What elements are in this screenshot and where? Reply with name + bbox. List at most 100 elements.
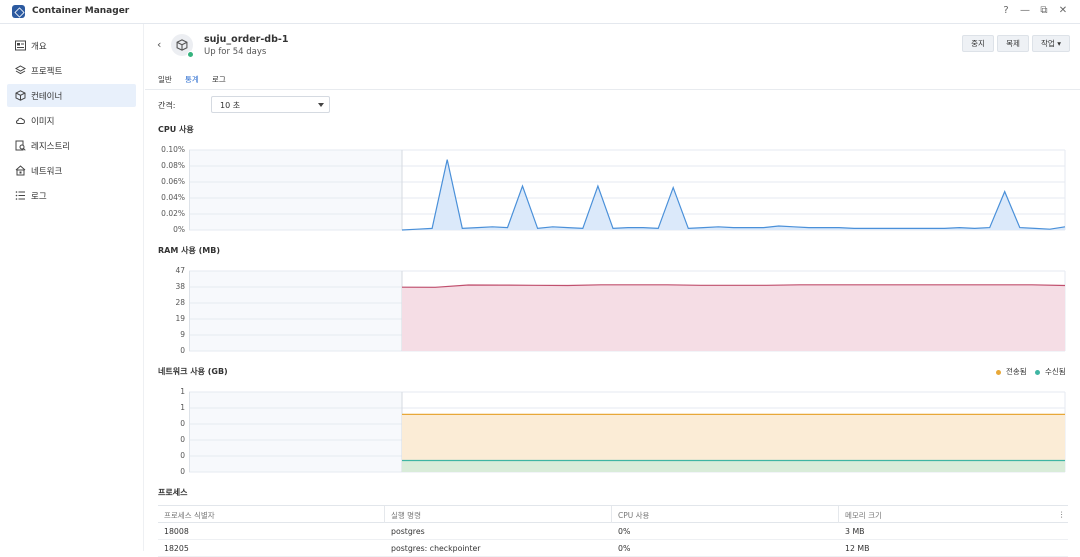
empty-region	[189, 150, 402, 230]
y-tick-label: 19	[175, 314, 185, 323]
legend-sent: 전송됨	[996, 366, 1027, 377]
sidebar-item-network[interactable]: 네트워크	[7, 159, 136, 182]
column-separator	[611, 506, 612, 523]
container-status: Up for 54 days	[204, 47, 267, 57]
interval-select[interactable]: 10 초	[211, 96, 330, 113]
cloud-icon	[16, 117, 25, 124]
duplicate-button[interactable]: 복제	[997, 35, 1029, 52]
process-title: 프로세스	[158, 488, 188, 497]
y-tick-label: 0	[180, 346, 185, 355]
main-panel: ‹ suju_order-db-1 Up for 54 days 중지 복제 작…	[145, 24, 1080, 557]
cpu-series-area	[402, 159, 1065, 230]
container-box-icon	[15, 90, 26, 101]
y-tick-label: 47	[175, 266, 185, 275]
network-house-icon	[15, 165, 26, 176]
cell-memory: 12 MB	[845, 544, 870, 553]
action-button-label: 작업	[1041, 39, 1055, 48]
container-manager-logo-icon	[12, 5, 25, 18]
y-tick-label: 0	[180, 435, 185, 444]
close-icon[interactable]: ✕	[1056, 4, 1070, 18]
legend-received-dot	[1035, 369, 1040, 375]
sidebar-item-overview[interactable]: 개요	[7, 34, 136, 57]
restore-icon[interactable]: ⧉	[1037, 4, 1051, 18]
app-title: Container Manager	[32, 6, 130, 16]
stop-button[interactable]: 중지	[962, 35, 994, 52]
y-tick-label: 0.04%	[161, 193, 185, 202]
y-tick-label: 0.06%	[161, 177, 185, 186]
column-header-cpu[interactable]: CPU 사용	[618, 510, 649, 521]
help-icon[interactable]: ?	[999, 4, 1013, 18]
sidebar-item-label: 네트워크	[31, 167, 63, 177]
sidebar-item-label: 프로젝트	[31, 67, 63, 77]
tab-stats[interactable]: 통계	[185, 74, 199, 85]
y-tick-label: 0.02%	[161, 209, 185, 218]
legend-received-label: 수신됨	[1045, 367, 1066, 376]
tab-general[interactable]: 일반	[158, 74, 172, 85]
cpu-series-line	[401, 159, 1066, 231]
cpu-chart-title: CPU 사용	[158, 125, 194, 134]
legend-sent-dot	[996, 369, 1001, 375]
tab-log[interactable]: 로그	[212, 74, 226, 85]
caret-down-icon	[318, 103, 324, 107]
table-row[interactable]: 18008 postgres 0% 3 MB	[158, 523, 1068, 540]
sidebar-item-label: 이미지	[31, 117, 55, 127]
cell-pid: 18008	[164, 527, 189, 536]
chevron-down-icon: ▾	[1057, 39, 1061, 48]
y-tick-label: 0.08%	[161, 161, 185, 170]
column-header-memory[interactable]: 메모리 크기	[845, 510, 882, 521]
sidebar-item-image[interactable]: 이미지	[7, 109, 136, 132]
ram-chart	[189, 270, 1066, 352]
empty-region	[189, 392, 402, 472]
cell-command: postgres	[391, 527, 425, 536]
sidebar-item-label: 로그	[31, 192, 47, 202]
cell-memory: 3 MB	[845, 527, 865, 536]
legend-received: 수신됨	[1035, 366, 1066, 377]
minimize-icon[interactable]: —	[1018, 4, 1032, 18]
back-icon[interactable]: ‹	[157, 38, 161, 51]
action-dropdown-button[interactable]: 작업 ▾	[1032, 35, 1070, 52]
column-separator	[384, 506, 385, 523]
sidebar-item-label: 레지스트리	[31, 142, 71, 152]
sidebar-item-registry[interactable]: 레지스트리	[7, 134, 136, 157]
cpu-chart	[189, 149, 1066, 231]
y-tick-label: 0	[180, 419, 185, 428]
y-tick-label: 9	[180, 330, 185, 339]
column-header-pid[interactable]: 프로세스 식별자	[164, 510, 215, 521]
sidebar-item-log[interactable]: 로그	[7, 184, 136, 207]
y-tick-label: 28	[175, 298, 185, 307]
registry-search-icon	[15, 140, 26, 151]
process-table-header: 프로세스 식별자 실행 명령 CPU 사용 메모리 크기 ⋮	[158, 505, 1068, 523]
y-tick-label: 0	[180, 451, 185, 460]
interval-value: 10 초	[220, 101, 241, 110]
running-status-dot	[187, 51, 194, 58]
y-tick-label: 38	[175, 282, 185, 291]
received-series-area	[402, 460, 1065, 472]
list-icon	[15, 191, 25, 200]
project-layers-icon	[15, 65, 26, 75]
cell-cpu: 0%	[618, 527, 631, 536]
empty-region	[189, 271, 402, 351]
column-menu-icon[interactable]: ⋮	[1058, 510, 1066, 519]
y-tick-label: 0%	[173, 225, 185, 234]
y-tick-label: 0	[180, 467, 185, 476]
column-header-command[interactable]: 실행 명령	[391, 510, 421, 521]
interval-label: 간격:	[158, 101, 176, 110]
network-chart-title: 네트워크 사용 (GB)	[158, 367, 228, 376]
network-chart	[189, 391, 1066, 473]
title-bar: Container Manager ? — ⧉ ✕	[0, 0, 1080, 24]
sidebar-item-label: 개요	[31, 42, 47, 52]
column-separator	[838, 506, 839, 523]
y-tick-label: 0.10%	[161, 145, 185, 154]
tab-divider	[145, 89, 1080, 90]
y-tick-label: 1	[180, 387, 185, 396]
sidebar: 개요 프로젝트 컨테이너 이미지 레지스트리 네트워크 로그	[0, 24, 144, 551]
cell-pid: 18205	[164, 544, 189, 553]
overview-icon	[15, 40, 26, 51]
sidebar-item-project[interactable]: 프로젝트	[7, 59, 136, 82]
table-row[interactable]: 18205 postgres: checkpointer 0% 12 MB	[158, 540, 1068, 557]
sidebar-item-container[interactable]: 컨테이너	[7, 84, 136, 107]
container-name: suju_order-db-1	[204, 34, 289, 45]
cell-command: postgres: checkpointer	[391, 544, 481, 553]
ram-series-area	[402, 284, 1065, 351]
y-tick-label: 1	[180, 403, 185, 412]
